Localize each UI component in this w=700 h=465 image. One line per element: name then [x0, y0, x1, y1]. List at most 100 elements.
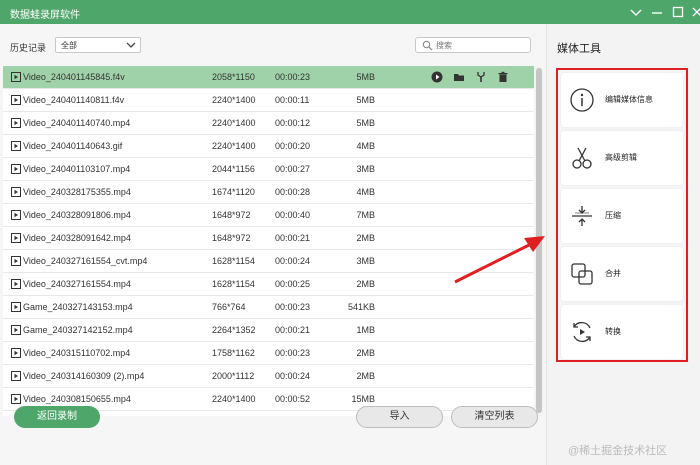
- play-icon[interactable]: [431, 71, 443, 83]
- file-name: Video_240327161554_cvt.mp4: [23, 256, 148, 266]
- video-file-icon: [11, 394, 21, 404]
- file-row[interactable]: Video_240401140811.f4v 2240*1400 00:00:11 5…: [3, 89, 534, 112]
- file-resolution: 1674*1120: [212, 187, 255, 197]
- search-icon: [422, 40, 433, 51]
- file-resolution: 1648*972: [212, 210, 251, 220]
- file-duration: 00:00:23: [275, 348, 311, 358]
- file-resolution: 1628*1154: [212, 256, 255, 266]
- file-row[interactable]: Video_240328091806.mp4 1648*972 00:00:40 7M…: [3, 204, 534, 227]
- file-resolution: 1648*972: [212, 233, 251, 243]
- file-resolution: 2240*1400: [212, 95, 256, 105]
- back-to-record-button[interactable]: 返回录制: [14, 406, 100, 428]
- tool-label: 压缩: [605, 211, 621, 220]
- file-resolution: 2000*1112: [212, 371, 255, 381]
- search-box[interactable]: [415, 37, 531, 53]
- file-duration: 00:00:24: [275, 371, 311, 381]
- file-resolution: 2264*1352: [212, 325, 256, 335]
- tool-compress[interactable]: 压缩: [561, 189, 683, 243]
- trash-icon[interactable]: [497, 71, 509, 83]
- file-row[interactable]: Video_240401140643.gif 2240*1400 00:00:20 4…: [3, 135, 534, 158]
- file-size: 541KB: [347, 302, 375, 312]
- file-name: Game_240327142152.mp4: [23, 325, 133, 335]
- file-name: Game_240327143153.mp4: [23, 302, 133, 312]
- convert-icon: [569, 319, 595, 345]
- tool-edit-media-info[interactable]: 编辑媒体信息: [561, 73, 683, 127]
- filter-value: 全部: [61, 41, 77, 50]
- file-name: Video_240308150655.mp4: [23, 394, 131, 404]
- title-bar: 数据蛙录屏软件: [0, 0, 700, 24]
- file-resolution: 2058*1150: [212, 72, 255, 82]
- file-row[interactable]: Video_240315110702.mp4 1758*1162 00:00:23 2…: [3, 342, 534, 365]
- file-size: 4MB: [356, 141, 375, 151]
- file-name: Video_240328091806.mp4: [23, 210, 131, 220]
- watermark: @稀土掘金技术社区: [568, 445, 668, 457]
- file-row[interactable]: Video_240328175355.mp4 1674*1120 00:00:28 4…: [3, 181, 534, 204]
- file-name: Video_240328175355.mp4: [23, 187, 131, 197]
- window-title: 数据蛙录屏软件: [10, 10, 80, 21]
- history-pane: 历史记录 全部 Video_240401145845.f4v 2058*1150 0…: [0, 24, 546, 465]
- file-row[interactable]: Game_240327142152.mp4 2264*1352 00:00:21 1M…: [3, 319, 534, 342]
- import-button[interactable]: 导入: [356, 406, 443, 428]
- file-size: 2MB: [356, 371, 375, 381]
- file-row[interactable]: Video_240401103107.mp4 2044*1156 00:00:27 3…: [3, 158, 534, 181]
- video-file-icon: [11, 164, 21, 174]
- file-resolution: 2240*1400: [212, 394, 256, 404]
- file-name: Video_240315110702.mp4: [23, 348, 131, 358]
- file-size: 3MB: [356, 164, 375, 174]
- media-tools-highlight: 编辑媒体信息 高级剪辑 压缩 合并 转换: [556, 68, 688, 362]
- scrollbar-thumb[interactable]: [536, 68, 542, 413]
- minimize-icon[interactable]: [649, 4, 665, 20]
- file-resolution: 1628*1154: [212, 279, 255, 289]
- maximize-icon[interactable]: [670, 4, 686, 20]
- file-size: 5MB: [356, 95, 375, 105]
- file-row[interactable]: Video_240327161554_cvt.mp4 1628*1154 00:00…: [3, 250, 534, 273]
- file-size: 3MB: [356, 256, 375, 266]
- tool-advanced-cut[interactable]: 高级剪辑: [561, 131, 683, 185]
- video-file-icon: [11, 95, 21, 105]
- tool-convert[interactable]: 转换: [561, 305, 683, 359]
- file-duration: 00:00:21: [275, 233, 311, 243]
- video-file-icon: [11, 141, 21, 151]
- file-row[interactable]: Video_240401140740.mp4 2240*1400 00:00:12 5…: [3, 112, 534, 135]
- merge-icon: [569, 261, 595, 287]
- video-file-icon: [11, 279, 21, 289]
- video-file-icon: [11, 348, 21, 358]
- tool-label: 高级剪辑: [605, 153, 637, 162]
- clear-list-button[interactable]: 清空列表: [451, 406, 538, 428]
- file-size: 1MB: [356, 325, 375, 335]
- file-duration: 00:00:24: [275, 256, 311, 266]
- file-row[interactable]: Video_240328091642.mp4 1648*972 00:00:21 2M…: [3, 227, 534, 250]
- file-row[interactable]: Video_240314160309 (2).mp4 2000*1112 00:00…: [3, 365, 534, 388]
- file-size: 2MB: [356, 348, 375, 358]
- video-file-icon: [11, 256, 21, 266]
- edit-tool-icon[interactable]: [475, 71, 487, 83]
- tool-merge[interactable]: 合并: [561, 247, 683, 301]
- menu-icon[interactable]: [628, 4, 644, 20]
- video-file-icon: [11, 325, 21, 335]
- list-scrollbar[interactable]: [535, 66, 543, 416]
- filter-select[interactable]: 全部: [55, 37, 141, 53]
- file-duration: 00:00:52: [275, 394, 311, 404]
- file-name: Video_240401145845.f4v: [23, 72, 125, 82]
- tool-label: 合并: [605, 269, 621, 278]
- close-icon[interactable]: [689, 4, 700, 20]
- file-row[interactable]: Game_240327143153.mp4 766*764 00:00:23 541K…: [3, 296, 534, 319]
- file-size: 4MB: [356, 187, 375, 197]
- file-row[interactable]: Video_240327161554.mp4 1628*1154 00:00:25 2…: [3, 273, 534, 296]
- video-file-icon: [11, 118, 21, 128]
- scissors-icon: [569, 145, 595, 171]
- file-name: Video_240401140643.gif: [23, 141, 123, 151]
- file-row[interactable]: Video_240401145845.f4v 2058*1150 00:00:23 5…: [3, 66, 534, 89]
- file-name: Video_240401140740.mp4: [23, 118, 131, 128]
- file-size: 5MB: [356, 72, 375, 82]
- history-label: 历史记录: [10, 43, 47, 53]
- search-input[interactable]: [436, 39, 526, 51]
- file-duration: 00:00:28: [275, 187, 311, 197]
- folder-icon[interactable]: [453, 71, 465, 83]
- file-size: 2MB: [356, 233, 375, 243]
- file-size: 5MB: [356, 118, 375, 128]
- file-size: 15MB: [351, 394, 375, 404]
- video-file-icon: [11, 187, 21, 197]
- tool-label: 转换: [605, 327, 621, 336]
- file-name: Video_240314160309 (2).mp4: [23, 371, 145, 381]
